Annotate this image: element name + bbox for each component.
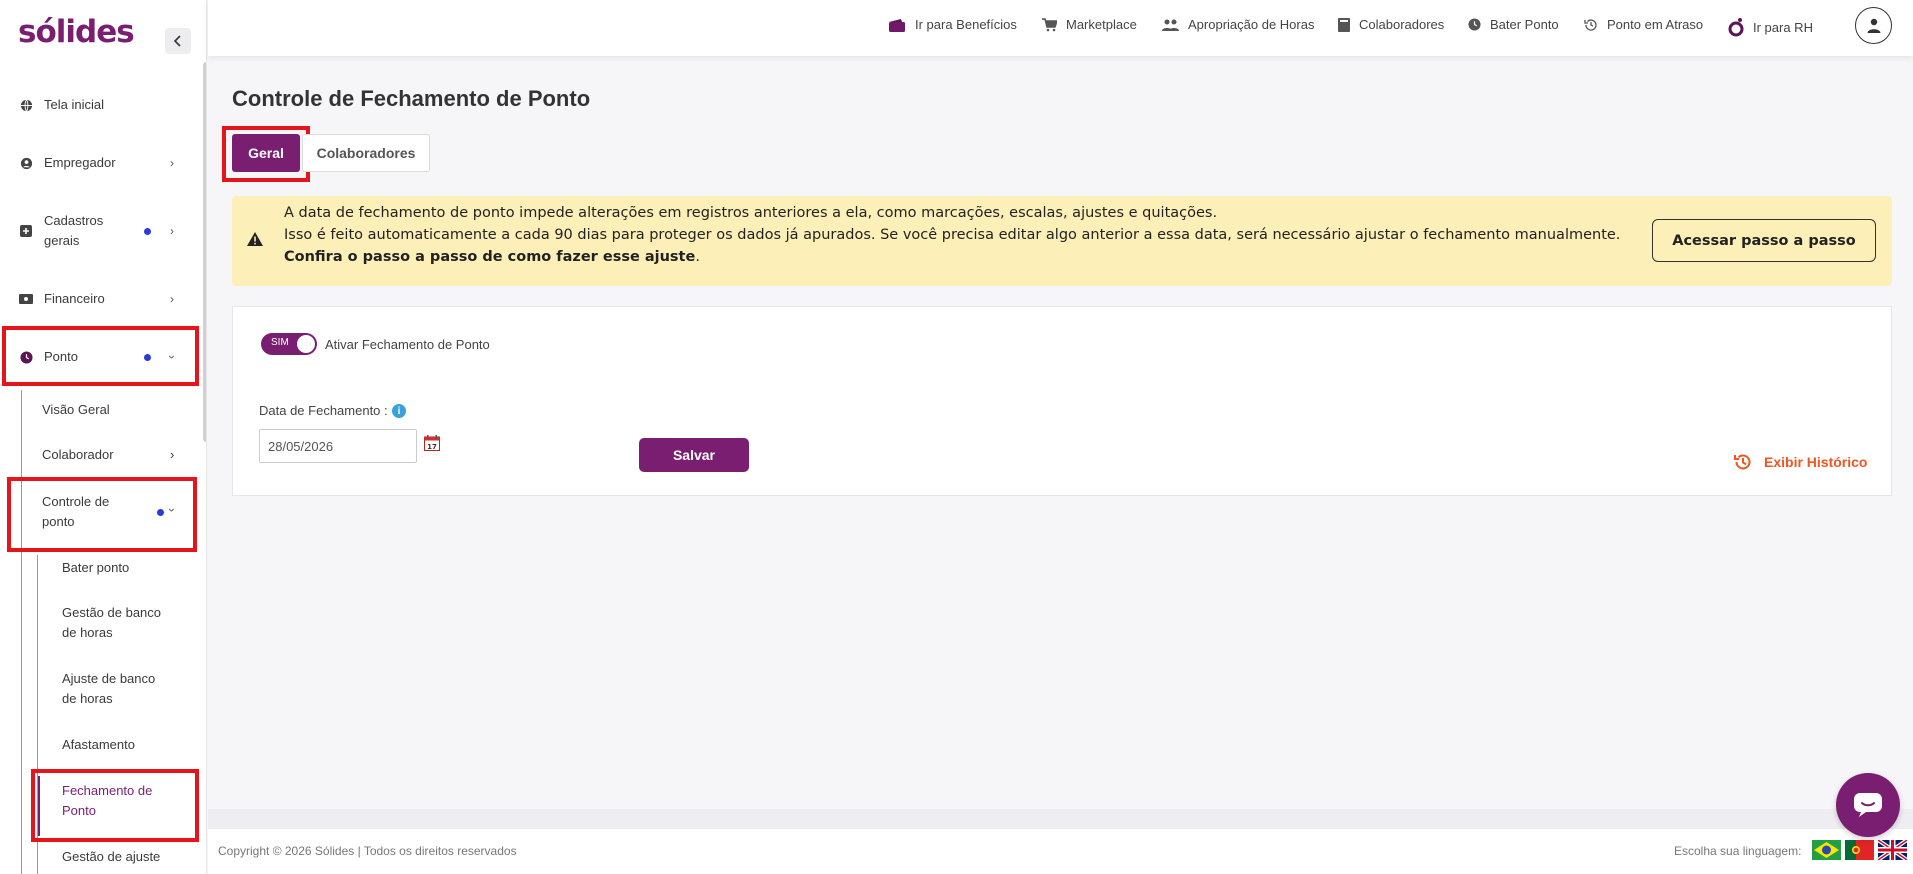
page-title: Controle de Fechamento de Ponto: [232, 86, 591, 111]
sidebar-item-visao-geral[interactable]: Visão Geral: [42, 400, 110, 420]
copyright-text: Copyright © 2026 Sólides | Todos os dire…: [218, 844, 517, 858]
alert-line-1: A data de fechamento de ponto impede alt…: [284, 205, 1218, 221]
user-circle-icon: [19, 156, 33, 170]
chevron-right-icon: ›: [170, 156, 174, 170]
notification-dot: [144, 227, 151, 235]
sidebar-item-label: Cadastros gerais: [44, 213, 104, 248]
topnav-ponto-em-atraso[interactable]: Ponto em Atraso: [1584, 17, 1703, 32]
globe-icon: [19, 98, 33, 112]
solides-o-icon: [1728, 17, 1744, 37]
book-icon: [1338, 17, 1350, 32]
footer-separator: [208, 809, 1913, 829]
brazil-flag-icon[interactable]: [1812, 840, 1841, 860]
sidebar-item-label: Empregador: [44, 155, 116, 170]
language-label: Escolha sua linguagem:: [1674, 844, 1802, 858]
sidebar-scrollbar[interactable]: [203, 62, 206, 442]
collapse-sidebar-button[interactable]: [165, 28, 191, 54]
solides-logo[interactable]: sólides: [18, 14, 135, 50]
exibir-historico-link[interactable]: Exibir Histórico: [1733, 452, 1867, 472]
acessar-passo-a-passo-button[interactable]: Acessar passo a passo: [1652, 219, 1876, 262]
topnav-bater-ponto[interactable]: Bater Ponto: [1468, 17, 1559, 32]
info-icon[interactable]: i: [392, 404, 406, 418]
sidebar-item-gestao-de-ajuste[interactable]: Gestão de ajuste: [62, 847, 172, 867]
toggle-knob: [297, 335, 315, 353]
chat-icon: [1854, 793, 1882, 817]
chevron-right-icon: ›: [170, 447, 175, 462]
topnav-colaboradores[interactable]: Colaboradores: [1338, 17, 1444, 32]
svg-text:17: 17: [427, 443, 437, 451]
sidebar-item-colaborador[interactable]: Colaborador ›: [42, 445, 192, 465]
user-avatar[interactable]: [1855, 7, 1892, 44]
sidebar-item-ajuste-banco-horas[interactable]: Ajuste de banco de horas: [62, 669, 172, 709]
sidebar-item-label: Financeiro: [44, 291, 105, 306]
wallet-icon: [888, 18, 906, 32]
chevron-right-icon: ›: [170, 292, 174, 306]
topnav-marketplace[interactable]: Marketplace: [1042, 17, 1137, 32]
topnav-ir-para-rh[interactable]: Ir para RH: [1728, 17, 1813, 37]
plus-square-icon: [19, 224, 33, 238]
date-input[interactable]: [259, 429, 417, 463]
sidebar-item-label: Tela inicial: [44, 97, 104, 112]
portugal-flag-icon[interactable]: [1845, 840, 1874, 860]
alert-line-2: Isso é feito automaticamente a cada 90 d…: [284, 227, 1621, 243]
warning-icon: [247, 232, 263, 251]
sidebar-item-gestao-banco-horas[interactable]: Gestão de banco de horas: [62, 603, 172, 643]
sidebar-item-label: Colaborador: [42, 447, 114, 462]
sidebar-item-afastamento[interactable]: Afastamento: [62, 735, 135, 755]
toggle-label: Ativar Fechamento de Ponto: [325, 337, 490, 352]
topnav-ir-para-beneficios[interactable]: Ir para Benefícios: [888, 17, 1017, 32]
tab-colaboradores[interactable]: Colaboradores: [302, 134, 430, 172]
calendar-icon[interactable]: 17: [424, 435, 440, 456]
warning-alert: A data de fechamento de ponto impede alt…: [232, 196, 1892, 286]
save-button[interactable]: Salvar: [639, 438, 749, 472]
sidebar: sólides Tela inicial Empregador › Cadast…: [0, 0, 207, 874]
cart-icon: [1042, 17, 1057, 32]
fechamento-toggle[interactable]: SIM: [261, 333, 317, 355]
alert-guide-text: Confira o passo a passo de como fazer es…: [284, 249, 696, 265]
highlight-fechamento-de-ponto: [31, 769, 199, 842]
top-bar: Ir para Benefícios Marketplace Apropriaç…: [208, 0, 1913, 56]
toggle-state-label: SIM: [271, 337, 289, 348]
sidebar-item-financeiro[interactable]: Financeiro ›: [0, 289, 200, 309]
footer: Copyright © 2026 Sólides | Todos os dire…: [208, 829, 1913, 874]
history-icon: [1584, 18, 1598, 32]
history-icon: [1734, 454, 1751, 470]
highlight-tab-geral: [222, 126, 310, 182]
user-icon: [1867, 18, 1880, 33]
alert-line-3: Confira o passo a passo de como fazer es…: [284, 249, 700, 265]
chevron-right-icon: ›: [170, 224, 174, 238]
chat-button[interactable]: [1836, 773, 1900, 837]
clock-icon: [1468, 18, 1481, 31]
settings-card: SIM Ativar Fechamento de Ponto Data de F…: [232, 306, 1892, 496]
sidebar-item-cadastros-gerais[interactable]: Cadastros gerais ›: [0, 211, 200, 251]
highlight-controle-de-ponto: [7, 477, 197, 552]
uk-flag-icon[interactable]: [1876, 838, 1909, 862]
submenu-line: [21, 390, 22, 874]
sidebar-item-bater-ponto[interactable]: Bater ponto: [62, 558, 129, 578]
sidebar-item-tela-inicial[interactable]: Tela inicial: [0, 95, 200, 115]
people-icon: [1162, 19, 1179, 31]
money-icon: [19, 292, 33, 306]
highlight-ponto: [2, 326, 199, 386]
chevron-left-icon: [173, 35, 181, 47]
date-label: Data de Fechamento :: [259, 403, 388, 418]
sidebar-item-empregador[interactable]: Empregador ›: [0, 153, 200, 173]
topnav-apropriacao-de-horas[interactable]: Apropriação de Horas: [1162, 17, 1314, 32]
